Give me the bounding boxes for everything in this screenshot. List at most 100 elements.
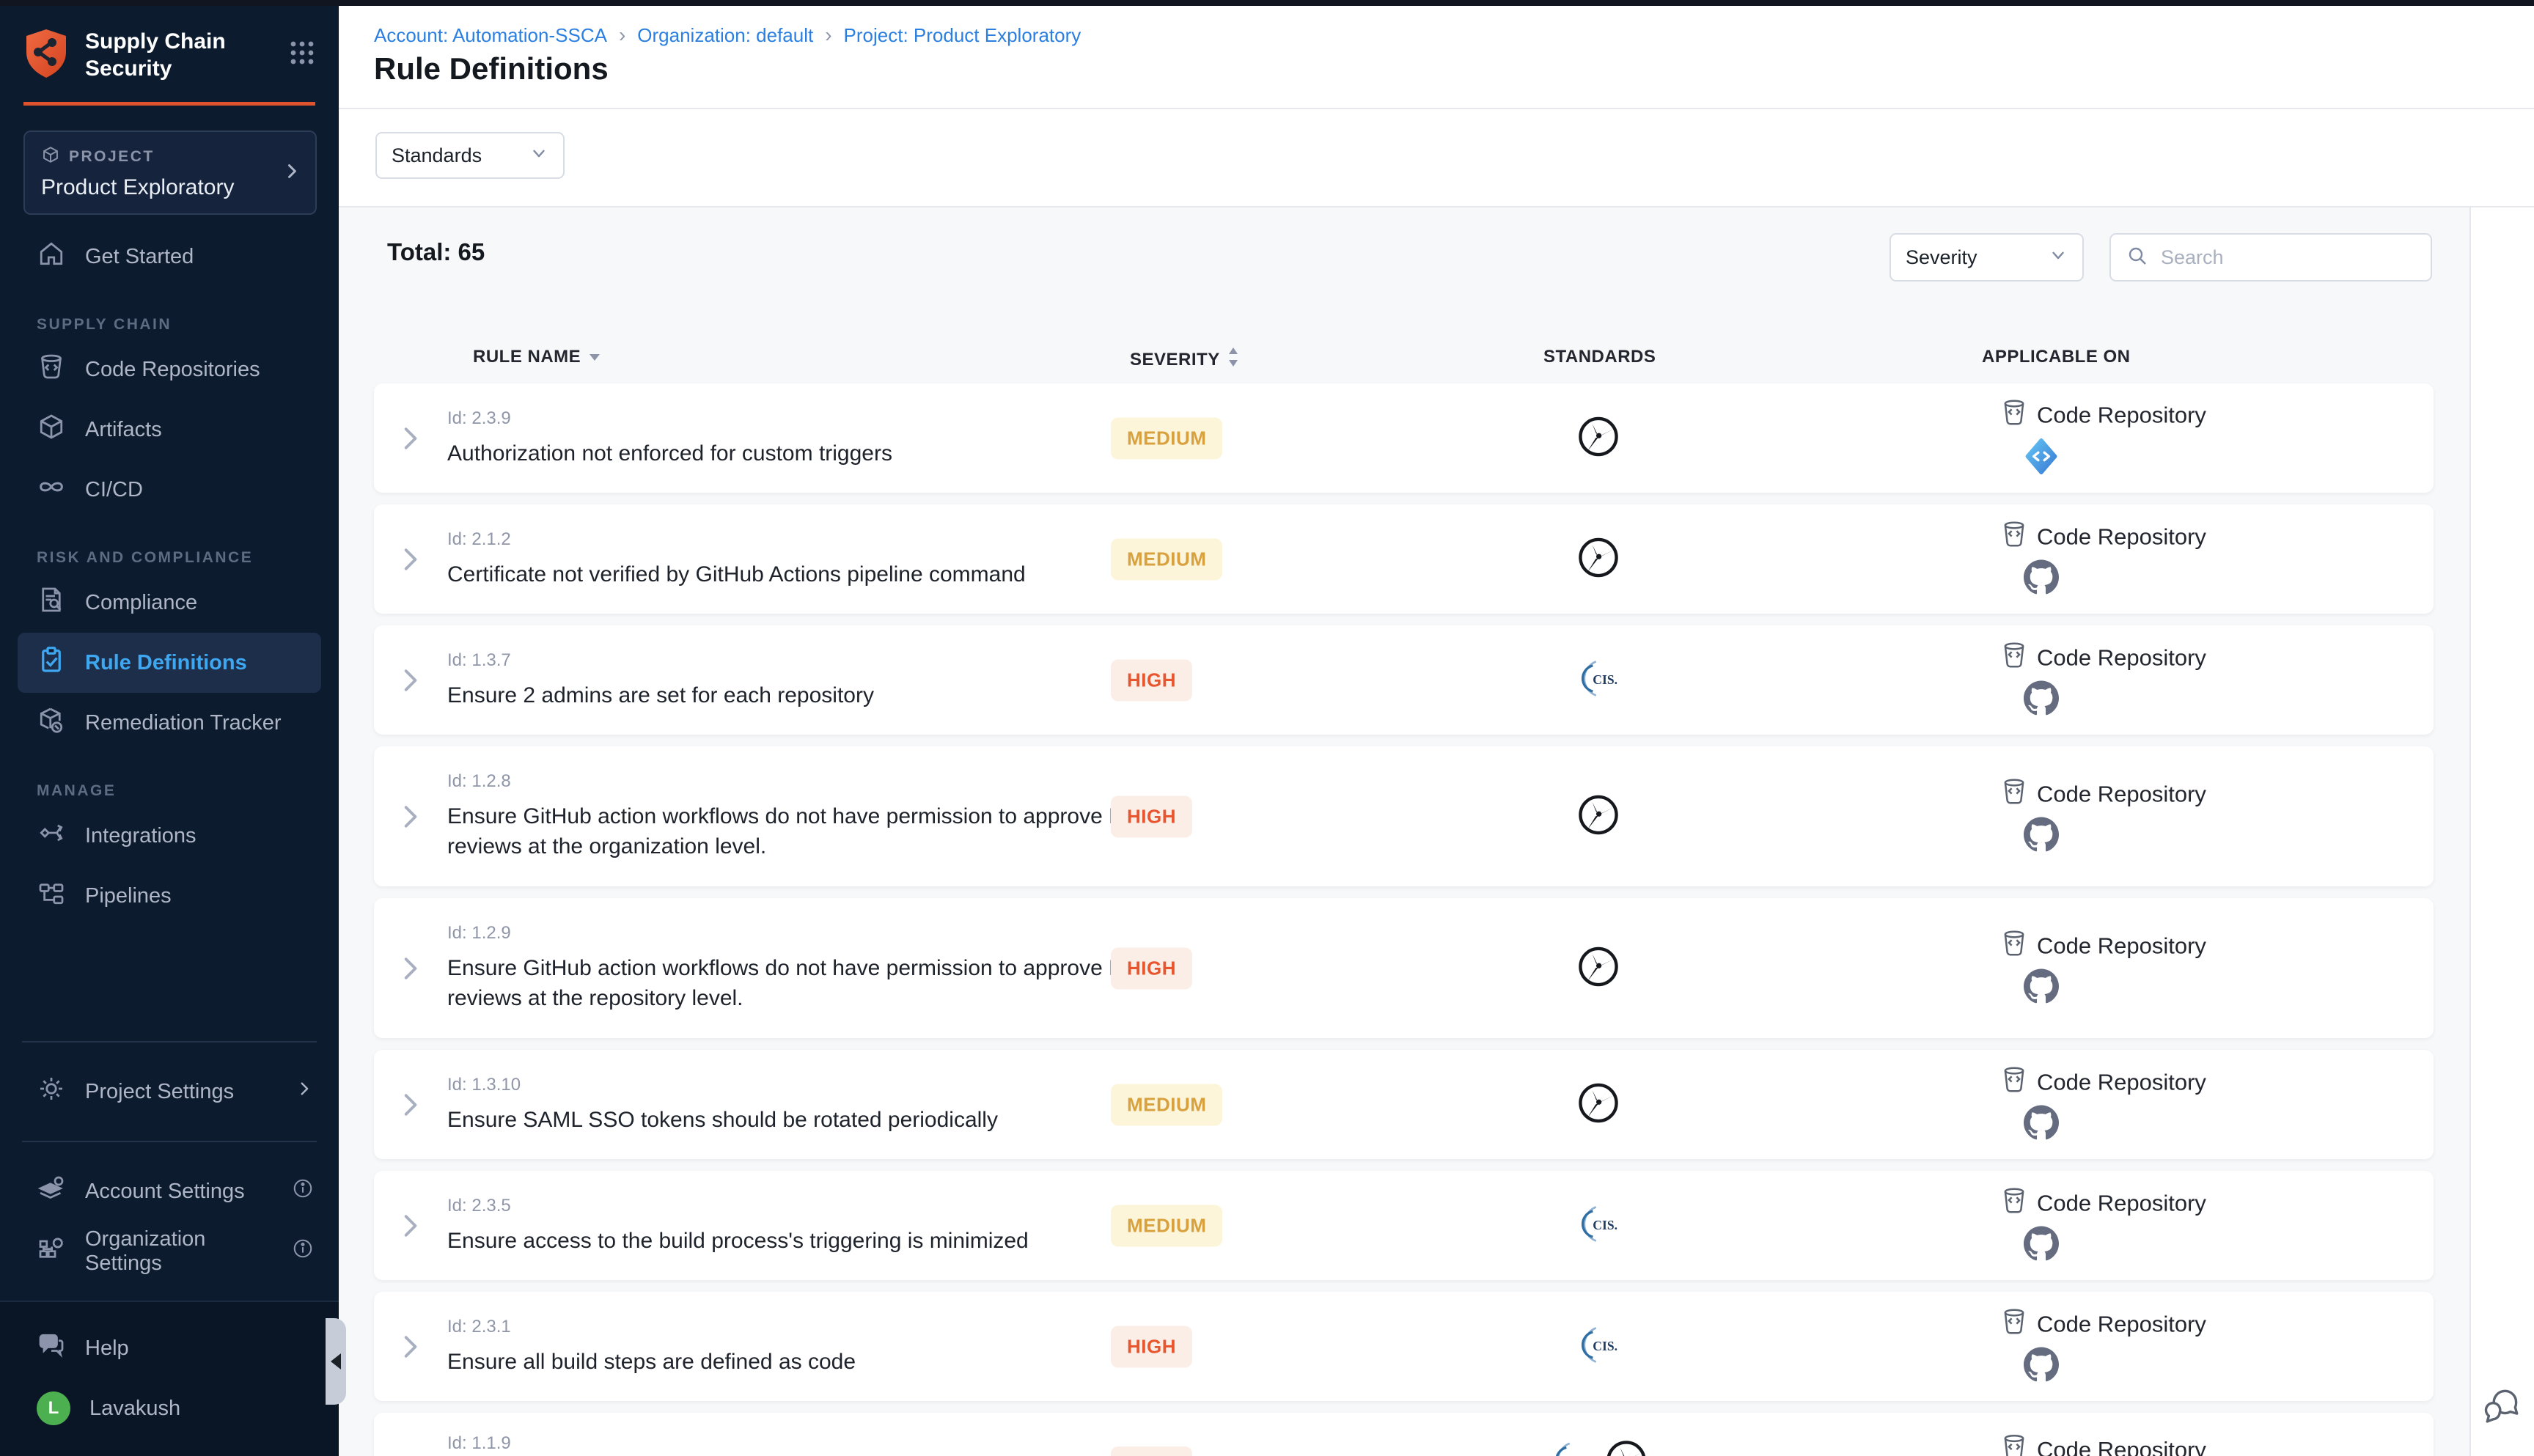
breadcrumb-account-link[interactable]: Account: Automation-SSCA	[374, 24, 607, 47]
rule-name: Certificate not verified by GitHub Actio…	[447, 559, 1206, 589]
svg-text:CIS.: CIS.	[1593, 672, 1617, 687]
row-expand-chevron-icon[interactable]	[392, 383, 428, 493]
standards-cell	[1518, 1080, 1679, 1129]
sidebar-item-organization-settings[interactable]: Organization Settings	[0, 1221, 339, 1282]
row-expand-chevron-icon[interactable]	[392, 1292, 428, 1401]
info-icon[interactable]	[292, 1177, 314, 1205]
app-title: Supply Chain Security	[85, 28, 240, 82]
rule-id: Id: 2.3.9	[447, 408, 1206, 429]
breadcrumb-project-link[interactable]: Project: Product Exploratory	[844, 24, 1081, 47]
row-expand-chevron-icon[interactable]	[392, 1171, 428, 1280]
rule-id: Id: 1.2.8	[447, 771, 1206, 792]
code-repository-icon	[2002, 1065, 2027, 1099]
sidebar-item-artifacts[interactable]: Artifacts	[0, 400, 339, 460]
project-selector[interactable]: PROJECT Product Exploratory	[23, 130, 317, 215]
main-content: Account: Automation-SSCA › Organization:…	[339, 6, 2534, 1456]
severity-filter-dropdown[interactable]: Severity	[1890, 233, 2084, 282]
rule-id: Id: 1.2.9	[447, 923, 1206, 944]
collapse-left-triangle-icon	[331, 1353, 341, 1369]
cis-icon: CIS.	[1574, 655, 1623, 705]
owasp-icon	[1576, 792, 1621, 841]
sidebar-item-help[interactable]: ? Help	[0, 1318, 339, 1378]
row-expand-chevron-icon[interactable]	[392, 746, 428, 886]
row-expand-chevron-icon[interactable]	[392, 625, 428, 735]
breadcrumb-organization-link[interactable]: Organization: default	[637, 24, 813, 47]
table-row[interactable]: Id: 1.2.9 Ensure GitHub action workflows…	[374, 898, 2434, 1038]
rule-name: Ensure all build steps are defined as co…	[447, 1347, 1206, 1377]
row-expand-chevron-icon[interactable]	[392, 1413, 428, 1456]
owasp-icon	[1576, 1080, 1621, 1129]
rule-name-cell: Id: 1.3.7 Ensure 2 admins are set for ea…	[447, 625, 1206, 735]
github-icon	[2024, 968, 2206, 1007]
window-top-strip	[0, 0, 2534, 6]
sidebar-item-compliance[interactable]: Compliance	[0, 573, 339, 633]
table-row[interactable]: Id: 2.1.2 Certificate not verified by Gi…	[374, 504, 2434, 614]
svg-text:CIS.: CIS.	[1593, 1218, 1617, 1232]
column-header-severity[interactable]: SEVERITY	[1130, 347, 1239, 372]
rule-name-cell: Id: 2.3.9 Authorization not enforced for…	[447, 383, 1206, 493]
table-row[interactable]: Id: 2.3.5 Ensure access to the build pro…	[374, 1171, 2434, 1280]
user-menu[interactable]: L Lavakush	[0, 1378, 339, 1438]
sidebar-nav: Get Started SUPPLY CHAIN Code Repositori…	[0, 227, 339, 926]
applicable-on-label: Code Repository	[2037, 1069, 2206, 1095]
sidebar-item-code-repositories[interactable]: Code Repositories	[0, 339, 339, 400]
rule-name: Ensure 2 admins are set for each reposit…	[447, 680, 1206, 710]
row-expand-chevron-icon[interactable]	[392, 1050, 428, 1159]
table-row[interactable]: Id: 2.3.1 Ensure all build steps are def…	[374, 1292, 2434, 1401]
app-window: Supply Chain Security PROJECT Product Ex…	[0, 0, 2534, 1456]
severity-badge: MEDIUM	[1111, 1084, 1222, 1125]
rule-name-cell: Id: 2.3.5 Ensure access to the build pro…	[447, 1171, 1206, 1280]
standards-cell: CIS.	[1518, 655, 1679, 705]
chat-support-icon[interactable]	[2480, 1383, 2522, 1430]
sidebar-collapse-handle[interactable]	[326, 1318, 346, 1405]
table-row[interactable]: Id: 1.3.7 Ensure 2 admins are set for ea…	[374, 625, 2434, 735]
help-chat-icon: ?	[37, 1331, 66, 1366]
sidebar-item-get-started[interactable]: Get Started	[0, 227, 339, 287]
account-settings-icon	[37, 1174, 66, 1209]
page-title: Rule Definitions	[374, 51, 609, 87]
table-row[interactable]: Id: 1.3.10 Ensure SAML SSO tokens should…	[374, 1050, 2434, 1159]
rule-definitions-clipboard-icon	[37, 645, 66, 680]
project-name: Product Exploratory	[41, 175, 299, 200]
applicable-on-cell: Code Repository	[2002, 520, 2206, 598]
table-row[interactable]: Id: 2.3.9 Authorization not enforced for…	[374, 383, 2434, 493]
table-row[interactable]: Id: 1.1.9 HIGH CIS. Code Repository	[374, 1413, 2434, 1456]
sidebar-item-cicd[interactable]: CI/CD	[0, 460, 339, 520]
column-header-applicable-on: APPLICABLE ON	[1982, 347, 2131, 367]
sidebar-item-remediation-tracker[interactable]: Remediation Tracker	[0, 693, 339, 753]
owasp-icon	[1576, 534, 1621, 584]
rule-name-cell: Id: 2.3.1 Ensure all build steps are def…	[447, 1292, 1206, 1401]
standards-cell	[1518, 944, 1679, 993]
sidebar-item-account-settings[interactable]: Account Settings	[0, 1161, 339, 1221]
sidebar-item-pipelines[interactable]: Pipelines	[0, 866, 339, 926]
applicable-on-label: Code Repository	[2037, 1311, 2206, 1337]
nav-section-manage: MANAGE	[37, 782, 339, 800]
rule-name: Ensure GitHub action workflows do not ha…	[447, 953, 1206, 1013]
code-repository-icon	[2002, 777, 2027, 811]
sidebar-bottom: Project Settings Account Settings Organi…	[0, 1022, 339, 1282]
chevron-right-icon	[295, 1079, 314, 1104]
table-row[interactable]: Id: 1.2.8 Ensure GitHub action workflows…	[374, 746, 2434, 886]
standards-filter-dropdown[interactable]: Standards	[375, 132, 565, 179]
info-icon[interactable]	[292, 1238, 314, 1265]
severity-badge: HIGH	[1111, 795, 1192, 837]
nav-section-risk-and-compliance: RISK AND COMPLIANCE	[37, 549, 339, 567]
search-box	[2109, 233, 2432, 282]
code-repository-icon	[2002, 929, 2027, 963]
applicable-on-label: Code Repository	[2037, 1437, 2206, 1456]
sidebar-item-rule-definitions[interactable]: Rule Definitions	[18, 633, 321, 693]
search-input[interactable]	[2161, 246, 2420, 269]
sidebar-item-integrations[interactable]: Integrations	[0, 806, 339, 866]
github-icon	[2024, 1105, 2206, 1144]
applicable-on-label: Code Repository	[2037, 1190, 2206, 1216]
row-expand-chevron-icon[interactable]	[392, 898, 428, 1038]
row-expand-chevron-icon[interactable]	[392, 504, 428, 614]
svg-text:CIS.: CIS.	[1593, 1339, 1617, 1353]
column-header-rule-name[interactable]: RULE NAME	[473, 347, 601, 367]
app-grid-icon[interactable]	[287, 38, 317, 71]
rule-name-cell: Id: 1.1.9	[447, 1413, 1206, 1456]
breadcrumb-separator: ›	[619, 23, 625, 47]
sidebar-item-project-settings[interactable]: Project Settings	[0, 1062, 339, 1122]
rule-list-panel: Total: 65 Severity RULE NAME SEVERITY ST…	[339, 207, 2534, 1456]
code-repository-icon	[37, 352, 66, 387]
